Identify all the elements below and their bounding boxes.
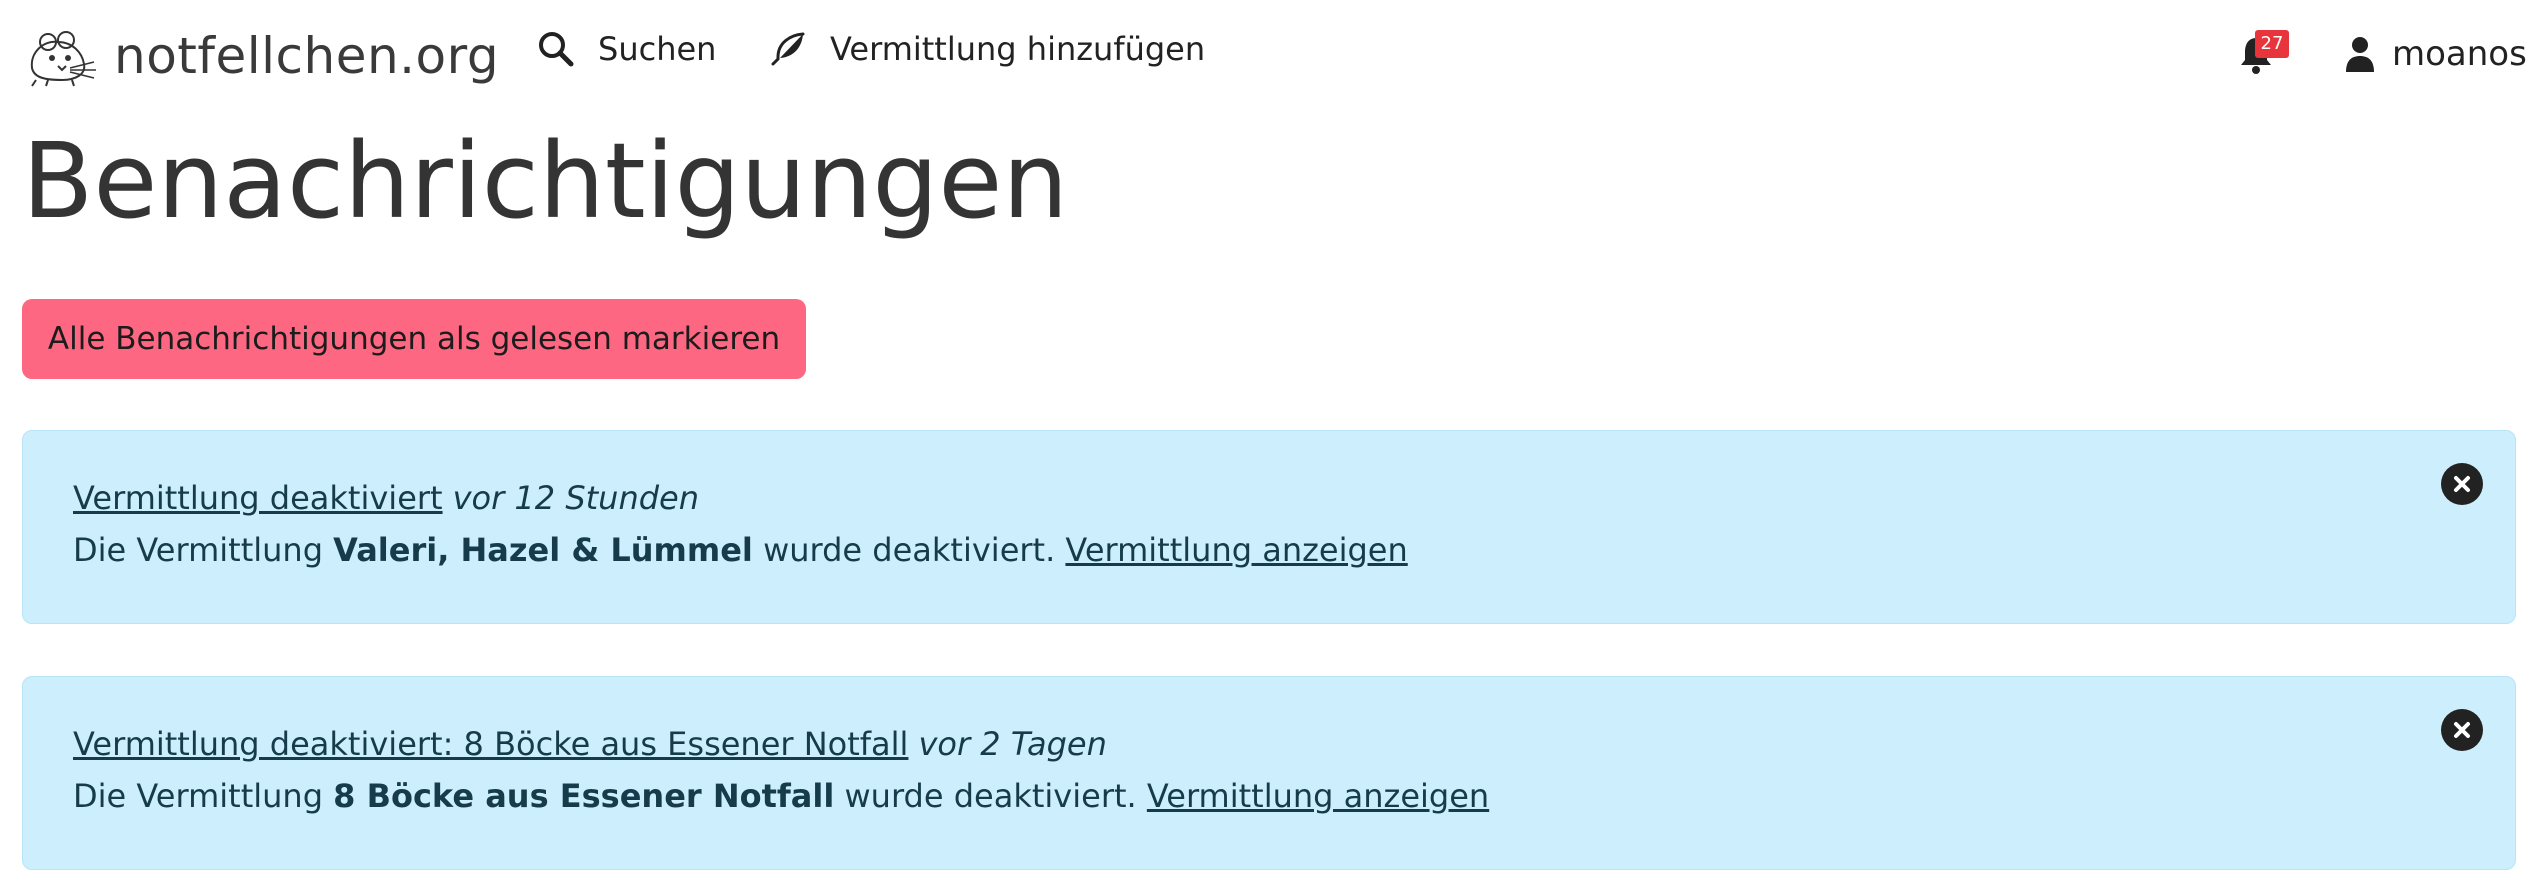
notification-card: Vermittlung deaktiviert vor 12 Stunden Di…: [22, 430, 2516, 624]
page-title: Benachrichtigungen: [22, 120, 1069, 242]
listing-name: Valeri, Hazel & Lümmel: [333, 531, 753, 569]
notification-header: Vermittlung deaktiviert vor 12 Stunden: [73, 479, 699, 517]
nav-search-label: Suchen: [598, 30, 717, 68]
mark-all-read-button[interactable]: Alle Benachrichtigungen als gelesen mark…: [22, 299, 806, 379]
rat-logo-icon: [30, 31, 96, 87]
notification-header: Vermittlung deaktiviert: 8 Böcke aus Ess…: [73, 725, 1107, 763]
close-icon: [2454, 722, 2470, 738]
nav-add-listing-link[interactable]: Vermittlung hinzufügen: [770, 30, 1205, 68]
notification-body: Die Vermittlung Valeri, Hazel & Lümmel w…: [73, 531, 1408, 569]
user-icon: [2346, 37, 2374, 72]
notification-text-after: wurde deaktiviert.: [834, 777, 1147, 815]
notification-text-before: Die Vermittlung: [73, 777, 334, 815]
feather-icon: [771, 32, 805, 66]
view-listing-link[interactable]: Vermittlung anzeigen: [1065, 531, 1407, 569]
view-listing-link[interactable]: Vermittlung anzeigen: [1147, 777, 1489, 815]
notification-title-link[interactable]: Vermittlung deaktiviert: 8 Böcke aus Ess…: [73, 725, 908, 763]
user-menu[interactable]: moanos: [2344, 34, 2527, 74]
nav-add-label: Vermittlung hinzufügen: [830, 30, 1206, 68]
notification-card: Vermittlung deaktiviert: 8 Böcke aus Ess…: [22, 676, 2516, 870]
brand-name: notfellchen.org: [114, 27, 500, 85]
dismiss-button[interactable]: [2441, 709, 2483, 751]
nav-search-link[interactable]: Suchen: [538, 30, 716, 68]
dismiss-button[interactable]: [2441, 463, 2483, 505]
search-icon: [539, 32, 574, 67]
close-icon: [2454, 476, 2470, 492]
notification-body: Die Vermittlung 8 Böcke aus Essener Notf…: [73, 777, 1489, 815]
notification-text-before: Die Vermittlung: [73, 531, 334, 569]
notification-title-link[interactable]: Vermittlung deaktiviert: [73, 479, 443, 517]
listing-name: 8 Böcke aus Essener Notfall: [333, 777, 835, 815]
brand-link[interactable]: notfellchen.org: [22, 24, 499, 88]
notification-time: vor 2 Tagen: [918, 725, 1107, 763]
navbar: notfellchen.org Suchen Vermittlung hinzu…: [0, 0, 2541, 112]
notification-time: vor 12 Stunden: [452, 479, 700, 517]
notification-text-after: wurde deaktiviert.: [752, 531, 1066, 569]
notification-count-badge: 27: [2255, 30, 2289, 58]
username: moanos: [2392, 34, 2527, 74]
